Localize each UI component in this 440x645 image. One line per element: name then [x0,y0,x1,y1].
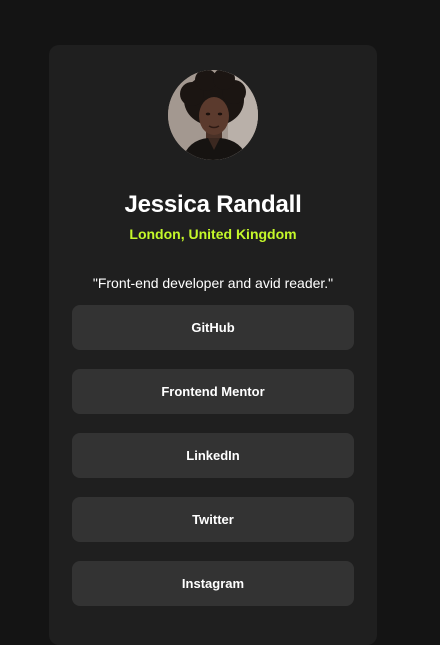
linkedin-link-button[interactable]: LinkedIn [72,433,354,478]
frontend-mentor-link-button[interactable]: Frontend Mentor [72,369,354,414]
instagram-link-button[interactable]: Instagram [72,561,354,606]
profile-location: London, United Kingdom [129,226,297,242]
profile-bio: "Front-end developer and avid reader." [92,275,334,291]
profile-name: Jessica Randall [124,191,302,218]
social-links: GitHub Frontend Mentor LinkedIn Twitter … [72,305,354,625]
twitter-link-button[interactable]: Twitter [72,497,354,542]
github-link-button[interactable]: GitHub [72,305,354,350]
avatar [168,70,258,160]
profile-card: Jessica Randall London, United Kingdom "… [49,45,377,645]
avatar-photo [168,70,258,160]
